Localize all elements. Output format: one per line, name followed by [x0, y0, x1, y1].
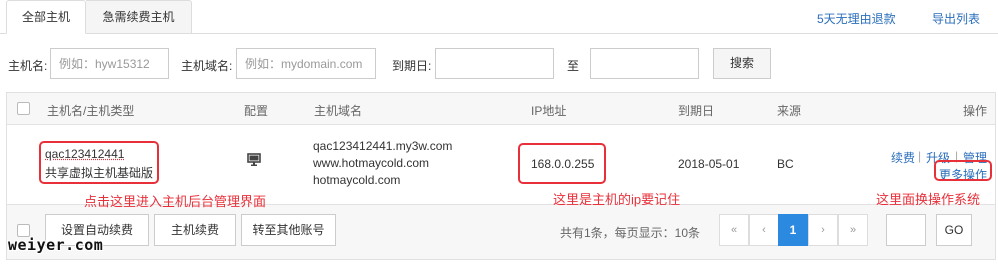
table-header: 主机名/主机类型 配置 主机域名 IP地址 到期日 来源 操作	[7, 93, 995, 125]
source-value: BC	[777, 157, 794, 171]
expiry-start-input[interactable]	[435, 48, 554, 79]
table-footer: 设置自动续费 主机续费 转至其他账号 共有1条，每页显示：10条 « ‹ 1 ›…	[7, 205, 995, 259]
next-page-button[interactable]: ›	[808, 214, 838, 246]
more-actions-highlight	[934, 160, 992, 181]
first-page-button[interactable]: «	[719, 214, 749, 246]
action-separator: |	[918, 149, 922, 163]
transfer-account-button[interactable]: 转至其他账号	[241, 214, 336, 246]
page-1-button[interactable]: 1	[778, 214, 808, 246]
host-name-annotation: 点击这里进入主机后台管理界面	[84, 194, 267, 209]
tab-all-hosts[interactable]: 全部主机	[6, 0, 86, 34]
domain-www: www.hotmaycold.com	[313, 156, 430, 170]
host-name-input[interactable]	[50, 48, 169, 79]
pagination-summary: 共有1条，每页显示：10条	[560, 226, 701, 240]
host-domain-input[interactable]	[236, 48, 376, 79]
renew-action-link[interactable]: 续费	[891, 149, 915, 166]
ip-highlight	[518, 143, 606, 184]
refund-policy-link[interactable]: 5天无理由退款	[817, 10, 896, 27]
host-name-highlight	[39, 141, 159, 184]
tab-bar: 全部主机 急需续费主机 5天无理由退款 导出列表	[0, 0, 998, 34]
select-all-checkbox[interactable]	[17, 102, 30, 115]
tab-urgent-renewal[interactable]: 急需续费主机	[86, 0, 192, 34]
header-config: 配置	[244, 104, 269, 118]
date-range-to-label: 至	[567, 59, 580, 73]
last-page-button[interactable]: »	[838, 214, 868, 246]
domain-primary: qac123412441.my3w.com	[313, 139, 453, 153]
header-actions: 操作	[963, 104, 988, 118]
watermark: weiyer.com	[8, 236, 104, 254]
operations-annotation: 这里面换操作系统	[876, 192, 981, 207]
monitor-icon	[247, 153, 261, 170]
header-domain: 主机域名	[314, 104, 363, 118]
go-button[interactable]: GO	[936, 214, 972, 246]
header-expiry: 到期日	[678, 104, 715, 118]
domain-root: hotmaycold.com	[313, 173, 401, 187]
header-ip: IP地址	[531, 104, 567, 118]
prev-page-button[interactable]: ‹	[749, 214, 779, 246]
export-list-link[interactable]: 导出列表	[932, 10, 980, 27]
expiry-date-label: 到期日:	[392, 59, 432, 73]
host-name-label: 主机名:	[8, 59, 48, 73]
ip-annotation: 这里是主机的ip要记住	[553, 192, 681, 207]
search-button[interactable]: 搜索	[713, 48, 771, 79]
expiry-end-input[interactable]	[590, 48, 699, 79]
expiry-date: 2018-05-01	[678, 157, 740, 171]
header-source: 来源	[777, 104, 802, 118]
host-renew-button[interactable]: 主机续费	[154, 214, 236, 246]
host-domain-label: 主机域名:	[181, 59, 233, 73]
page-number-input[interactable]	[886, 214, 926, 246]
header-host-name: 主机名/主机类型	[47, 104, 135, 118]
